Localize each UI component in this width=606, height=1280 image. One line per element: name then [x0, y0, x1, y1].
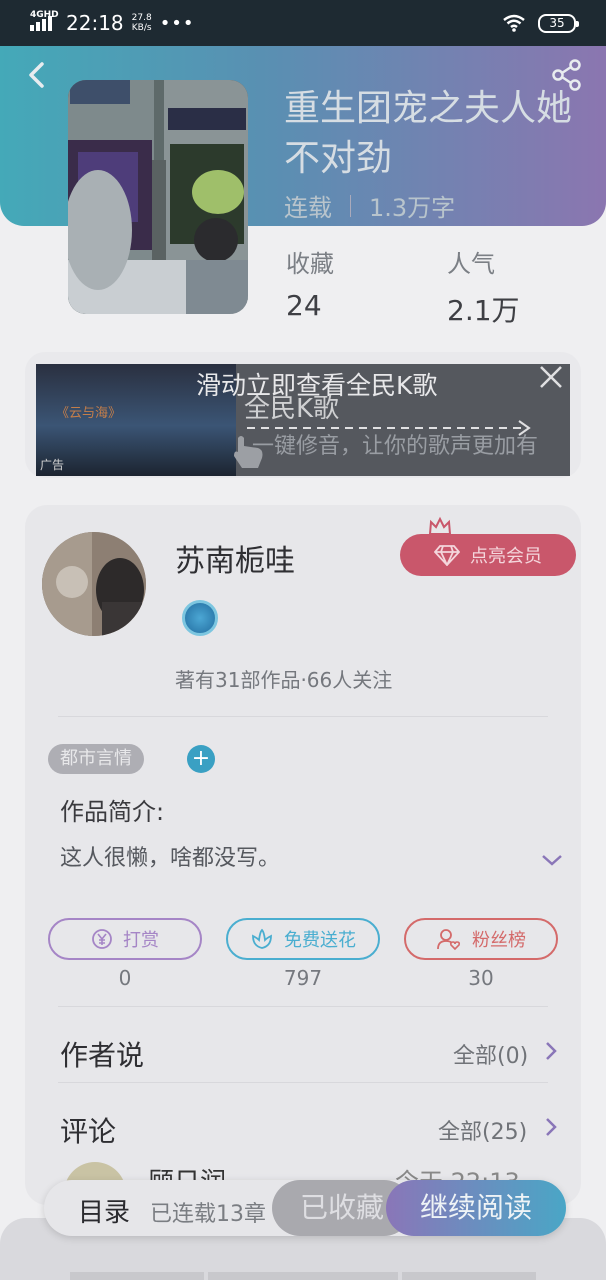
crown-icon: [428, 516, 452, 535]
speed-value: 27.8: [131, 13, 152, 23]
chevron-down-icon[interactable]: [540, 852, 564, 868]
ad-tag: 广告: [40, 458, 65, 472]
serial-status: 已连载13章: [150, 1202, 266, 1227]
intro-title: 作品简介:: [60, 798, 165, 826]
fan-icon: [437, 929, 461, 951]
favorites-value: 24: [286, 289, 322, 322]
toc-button[interactable]: 目录: [78, 1192, 130, 1229]
hand-pointer-icon: [234, 436, 263, 468]
fan-count: 30: [468, 966, 494, 990]
meta-divider: [350, 194, 351, 217]
book-cover-image[interactable]: [68, 80, 248, 314]
flower-count: 797: [283, 966, 323, 990]
send-flower-button[interactable]: 免费送花: [226, 918, 380, 960]
favorites-stat: 收藏 24: [286, 244, 334, 322]
book-title: 重生团宠之夫人她不对劲: [284, 88, 573, 179]
popularity-label: 人气: [447, 250, 495, 278]
avatar[interactable]: [42, 532, 146, 636]
comments-title: 评论: [60, 1115, 117, 1148]
tab-edge: [70, 1272, 204, 1280]
add-tag-button[interactable]: +: [187, 745, 215, 773]
author-name[interactable]: 苏南栀哇: [175, 536, 295, 580]
flower-icon: [252, 928, 272, 949]
book-word-count: 1.3万字: [369, 194, 456, 222]
genre-tag[interactable]: 都市言情: [48, 744, 144, 774]
chevron-right-icon[interactable]: [544, 1116, 558, 1138]
comments-all-link[interactable]: 全部(25): [438, 1114, 527, 1146]
divider: [58, 1082, 548, 1083]
tab-edge: [208, 1272, 398, 1280]
book-status: 连载: [284, 194, 332, 222]
reward-button[interactable]: 打赏: [48, 918, 202, 960]
avatar-image: [42, 532, 146, 636]
clock: 22:18: [66, 11, 124, 35]
battery-indicator: 35: [538, 13, 579, 33]
author-says-all-link[interactable]: 全部(0): [453, 1038, 528, 1070]
author-stats: 著有31部作品·66人关注: [175, 668, 393, 692]
divider: [58, 1006, 548, 1007]
continue-reading-button[interactable]: 继续阅读: [386, 1180, 566, 1236]
close-icon[interactable]: [538, 364, 564, 390]
vip-label: 点亮会员: [470, 546, 542, 567]
reward-label: 打赏: [123, 930, 159, 951]
book-meta: 连载 1.3万字: [284, 188, 455, 223]
ad-swipe-hint: 滑动立即查看全民K歌: [196, 371, 438, 400]
status-bar: 4GHD 22:18 27.8 KB/s ••• 35: [0, 0, 606, 46]
more-notifications-icon: •••: [159, 12, 195, 34]
wifi-icon: [503, 14, 525, 32]
favorites-label: 收藏: [286, 250, 334, 278]
author-level-badge-icon: [182, 600, 218, 636]
send-flower-label: 免费送花: [284, 930, 356, 951]
back-icon[interactable]: [22, 58, 52, 92]
vip-button[interactable]: 点亮会员: [400, 534, 576, 576]
speed-unit: KB/s: [131, 23, 152, 33]
popularity-value: 2.1万: [447, 294, 520, 327]
network-speed: 27.8 KB/s: [132, 13, 152, 33]
intro-text: 这人很懒，啥都没写。: [60, 846, 281, 871]
author-says-title: 作者说: [60, 1039, 145, 1072]
popularity-stat: 人气 2.1万: [447, 244, 520, 329]
ad-image-title: 《云与海》: [56, 406, 122, 421]
fan-rank-button[interactable]: 粉丝榜: [404, 918, 558, 960]
diamond-icon: [434, 545, 460, 566]
signal-icon: 4GHD: [30, 10, 59, 31]
divider: [58, 716, 548, 717]
fan-rank-label: 粉丝榜: [472, 930, 526, 951]
swipe-arrow-icon: [247, 420, 531, 436]
tab-edge: [402, 1272, 536, 1280]
cover-illustration: [68, 80, 248, 314]
chevron-right-icon[interactable]: [544, 1040, 558, 1062]
network-type: 4GHD: [30, 9, 59, 20]
yuan-icon: [92, 929, 112, 949]
reward-count: 0: [118, 966, 132, 990]
